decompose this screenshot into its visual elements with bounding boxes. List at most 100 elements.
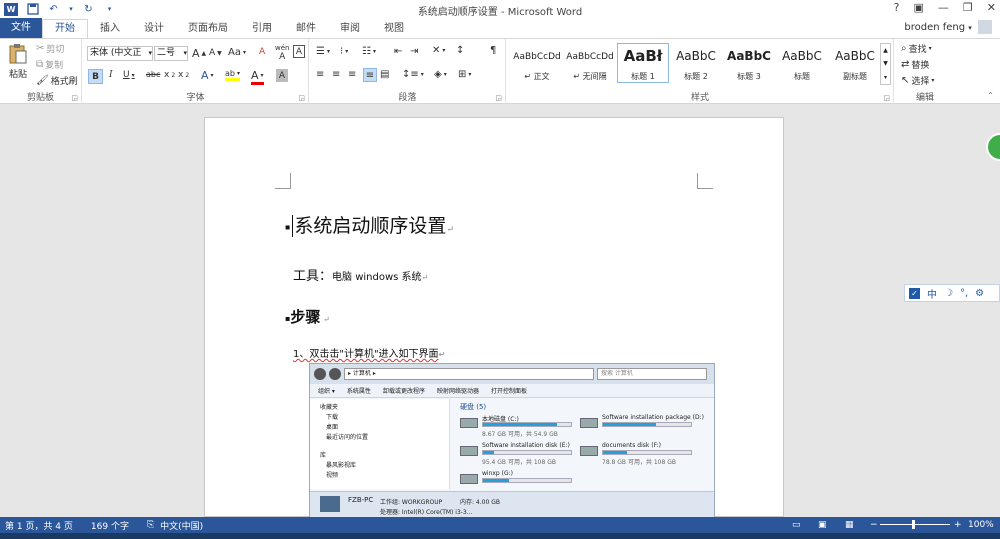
tab-file[interactable]: 文件 bbox=[0, 18, 42, 38]
sort-button[interactable]: ↕ bbox=[456, 45, 464, 56]
format-painter-button[interactable]: 🖌 格式刷 bbox=[36, 74, 78, 87]
distributed-button[interactable]: ▤ bbox=[380, 69, 389, 80]
save-icon[interactable] bbox=[26, 3, 39, 16]
superscript-button[interactable]: x2 bbox=[178, 70, 189, 80]
style-title[interactable]: AaBbC 标题 bbox=[776, 43, 828, 83]
paste-button[interactable]: 粘贴 bbox=[6, 43, 30, 80]
align-center-button[interactable]: ≡ bbox=[332, 69, 340, 80]
styles-scroll[interactable]: ▲ ▼ ▾ bbox=[880, 43, 891, 85]
explorer-details-pane: FZB-PC 工作组: WORKGROUP 内存: 4.00 GB 处理器: I… bbox=[310, 491, 714, 517]
borders-button[interactable]: ⊞ ▾ bbox=[458, 69, 471, 80]
decrease-indent-button[interactable]: ⇤ bbox=[394, 46, 402, 57]
collapse-ribbon-icon[interactable]: ⌃ bbox=[987, 91, 994, 100]
line-spacing-button[interactable]: ↕≡ ▾ bbox=[402, 69, 424, 80]
tab-mailings[interactable]: 邮件 bbox=[284, 20, 328, 38]
font-launcher-icon[interactable]: ◲ bbox=[298, 94, 305, 102]
clear-formatting-button[interactable]: A bbox=[259, 47, 265, 57]
find-button[interactable]: ⌕ 查找 ▾ bbox=[901, 42, 932, 55]
tab-view[interactable]: 视图 bbox=[372, 20, 416, 38]
tab-review[interactable]: 审阅 bbox=[328, 20, 372, 38]
underline-button[interactable]: U ▾ bbox=[123, 70, 135, 80]
highlight-button[interactable]: ab ▾ bbox=[225, 69, 240, 81]
char-shading-button[interactable]: A bbox=[276, 69, 288, 82]
style-no-spacing-name: ↵ 无间隔 bbox=[573, 72, 607, 81]
embedded-screenshot[interactable]: ▸ 计算机 ▸ 搜索 计算机 组织 ▾ 系统属性 卸载或更改程序 映射网络驱动器… bbox=[309, 363, 715, 518]
proofing-icon[interactable]: ⎘ bbox=[147, 520, 154, 530]
bold-button[interactable]: B bbox=[88, 69, 103, 84]
ime-check-icon[interactable]: ✓ bbox=[909, 287, 920, 299]
multilevel-list-button[interactable]: ☷ ▾ bbox=[362, 46, 376, 57]
shrink-font-button[interactable]: A ▼ bbox=[209, 48, 222, 58]
subscript-button[interactable]: x2 bbox=[164, 70, 175, 80]
ime-punctuation-toggle[interactable]: °, bbox=[960, 288, 968, 299]
font-color-button[interactable]: A ▾ bbox=[251, 69, 264, 85]
customize-qat-icon[interactable]: ▾ bbox=[103, 3, 116, 16]
page-count[interactable]: 第 1 页，共 4 页 bbox=[5, 519, 73, 532]
font-name-select[interactable]: 宋体 (中文正 ▾ bbox=[87, 46, 153, 61]
grow-font-button[interactable]: A ▲ bbox=[192, 47, 206, 60]
more-styles-icon[interactable]: ▾ bbox=[884, 74, 887, 81]
web-layout-icon[interactable]: ▦ bbox=[845, 520, 854, 530]
undo-dropdown-icon[interactable]: ▾ bbox=[68, 3, 74, 16]
explorer-nav-item: 视频 bbox=[326, 472, 339, 479]
strikethrough-button[interactable]: abc bbox=[146, 70, 160, 79]
show-marks-button[interactable]: ¶ bbox=[490, 45, 496, 56]
align-right-button[interactable]: ≡ bbox=[348, 69, 356, 80]
user-account[interactable]: broden feng ▾ bbox=[904, 20, 992, 34]
tab-design[interactable]: 设计 bbox=[132, 20, 176, 38]
clipboard-launcher-icon[interactable]: ◲ bbox=[71, 94, 78, 102]
replace-button[interactable]: ⇄ 替换 bbox=[901, 58, 929, 71]
style-heading-2[interactable]: AaBbC 标题 2 bbox=[670, 43, 722, 83]
chevron-down-icon[interactable]: ▼ bbox=[883, 60, 888, 67]
undo-icon[interactable]: ↶ bbox=[47, 3, 60, 16]
char-border-button[interactable]: A bbox=[293, 45, 305, 58]
word-count[interactable]: 169 个字 bbox=[91, 519, 129, 532]
print-layout-icon[interactable]: ▣ bbox=[818, 520, 827, 530]
tab-page-layout[interactable]: 页面布局 bbox=[176, 20, 240, 38]
floating-widget-icon[interactable] bbox=[986, 133, 1000, 161]
style-subtitle[interactable]: AaBbC 副标题 bbox=[829, 43, 881, 83]
zoom-out-button[interactable]: − bbox=[870, 520, 878, 530]
zoom-level[interactable]: 100% bbox=[968, 520, 994, 530]
redo-icon[interactable]: ↻ bbox=[82, 3, 95, 16]
tab-insert[interactable]: 插入 bbox=[88, 20, 132, 38]
word-logo-icon[interactable]: W bbox=[4, 2, 18, 16]
italic-button[interactable]: I bbox=[109, 70, 113, 80]
zoom-slider-thumb[interactable] bbox=[912, 520, 915, 529]
change-case-button[interactable]: Aa ▾ bbox=[228, 47, 246, 58]
ime-halfwidth-toggle[interactable]: ☽ bbox=[944, 288, 953, 299]
numbering-button[interactable]: ⁝ ▾ bbox=[340, 46, 348, 57]
bullets-button[interactable]: ☰ ▾ bbox=[316, 46, 330, 57]
text-effects-button[interactable]: A ▾ bbox=[201, 69, 214, 82]
tab-references[interactable]: 引用 bbox=[240, 20, 284, 38]
style-heading-1[interactable]: AaBł 标题 1 bbox=[617, 43, 669, 83]
read-mode-icon[interactable]: ▭ bbox=[792, 520, 801, 530]
increase-indent-button[interactable]: ⇥ bbox=[410, 46, 418, 57]
phonetic-guide-button[interactable]: wén A bbox=[275, 45, 289, 62]
zoom-in-button[interactable]: + bbox=[954, 520, 962, 530]
align-left-button[interactable]: ≡ bbox=[316, 69, 324, 80]
copy-button[interactable]: ⧉ 复制 bbox=[36, 58, 63, 71]
cut-button[interactable]: ✂ 剪切 bbox=[36, 42, 64, 55]
chinese-layout-button[interactable]: ✕ ▾ bbox=[432, 45, 445, 56]
style-heading-3[interactable]: AaBbC 标题 3 bbox=[723, 43, 775, 83]
style-normal[interactable]: AaBbCcDd ↵ 正文 bbox=[511, 43, 563, 83]
zoom-slider[interactable] bbox=[880, 524, 950, 525]
minimize-button[interactable]: — bbox=[938, 1, 949, 14]
restore-button[interactable]: ❐ bbox=[963, 1, 973, 14]
help-button[interactable]: ? bbox=[894, 1, 900, 14]
tab-home[interactable]: 开始 bbox=[42, 19, 88, 38]
close-button[interactable]: ✕ bbox=[987, 1, 996, 14]
ime-settings-icon[interactable]: ⚙ bbox=[975, 288, 984, 299]
select-button[interactable]: ↖ 选择 ▾ bbox=[901, 74, 934, 87]
font-size-select[interactable]: 二号 ▾ bbox=[154, 46, 188, 61]
ime-chinese-toggle[interactable]: 中 bbox=[927, 286, 937, 301]
style-no-spacing[interactable]: AaBbCcDd ↵ 无间隔 bbox=[564, 43, 616, 83]
language[interactable]: 中文(中国) bbox=[160, 519, 203, 532]
paragraph-launcher-icon[interactable]: ◲ bbox=[495, 94, 502, 102]
chevron-up-icon[interactable]: ▲ bbox=[883, 47, 888, 54]
justify-button[interactable]: ≡ bbox=[363, 68, 377, 82]
shading-button[interactable]: ◈ ▾ bbox=[434, 69, 447, 80]
ribbon-display-options-icon[interactable]: ▣ bbox=[914, 1, 924, 14]
styles-launcher-icon[interactable]: ◲ bbox=[883, 94, 890, 102]
